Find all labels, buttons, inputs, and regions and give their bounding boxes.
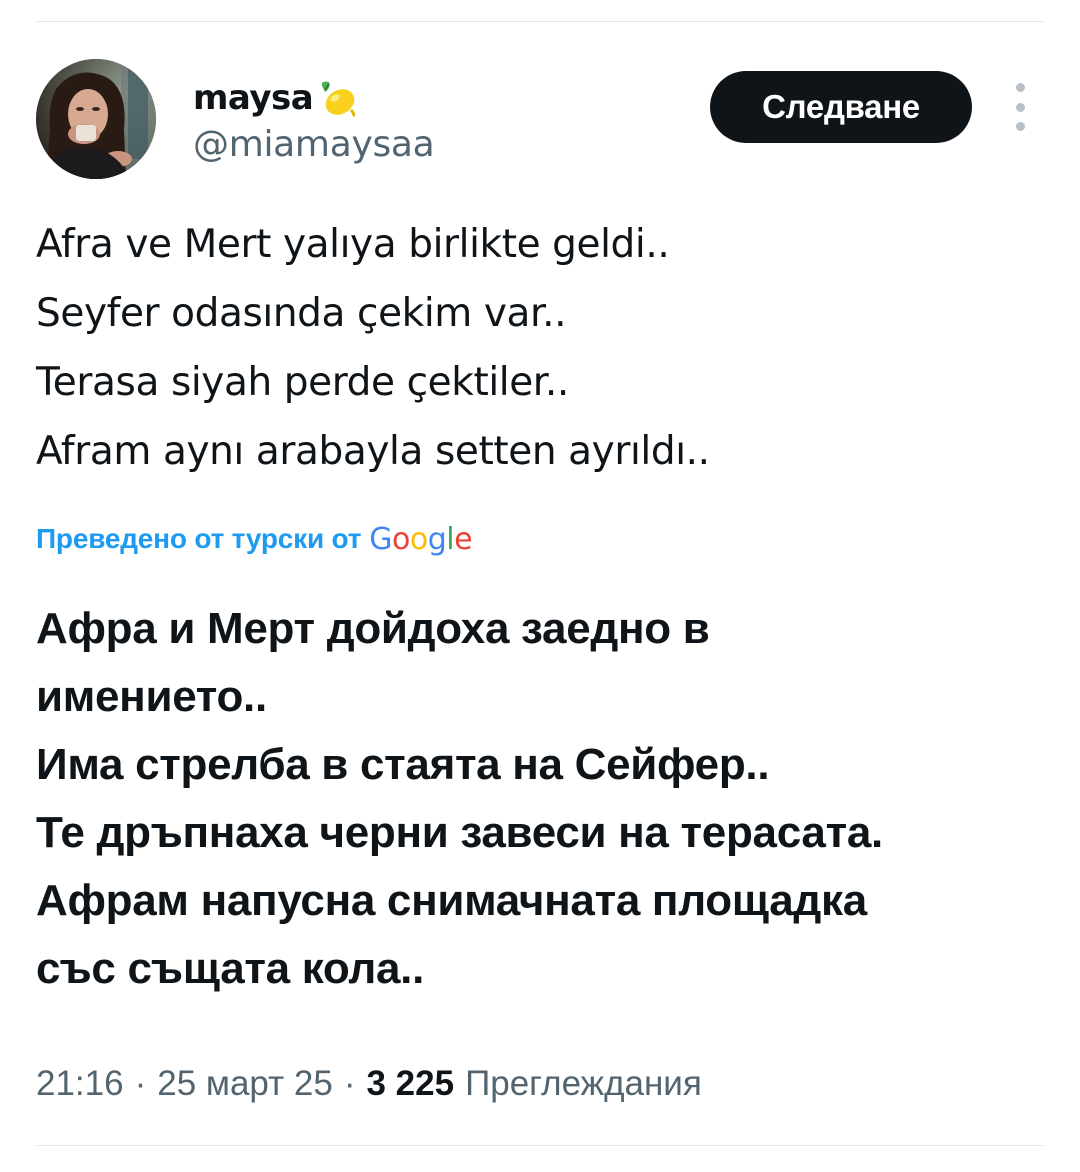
avatar[interactable] [36,59,156,179]
avatar-photo [36,59,156,179]
google-letter-g2: g [427,521,447,557]
author-name-row[interactable]: maysa [193,74,359,122]
tweet-time[interactable]: 21:16 [36,1064,124,1104]
handle[interactable]: @miamaysaa [193,124,435,165]
original-line: Seyfer odasında çekim var.. [36,291,567,336]
translation-line: Те дръпнаха черни завеси на терасата. [36,808,883,857]
google-letter-e: e [454,521,473,557]
tweet-translation-text: Афра и Мерт дойдоха заедно в имението.. … [36,595,1046,1003]
meta-separator: · [134,1064,147,1103]
google-letter-g: G [369,521,393,557]
google-logo: Google [369,522,472,557]
tweet-meta: 21:16 · 25 март 25 · 3 225 Преглеждания [36,1058,702,1110]
translation-line: Има стрелба в стаята на Сейфер.. [36,740,770,789]
google-letter-o2: o [409,521,428,557]
translation-line: Афра и Мерт дойдоха заедно в [36,604,710,653]
more-dot [1015,102,1025,112]
translated-by-link[interactable]: Преведено от турски от Google [36,517,473,561]
follow-button[interactable]: Следване [710,71,972,143]
google-letter-l: l [446,521,455,557]
original-line: Terasa siyah perde çektiler.. [36,360,569,405]
translation-line: имението.. [36,672,267,721]
lemon-icon [322,81,356,118]
google-letter-o1: o [392,521,410,557]
original-line: Afram aynı arabayla setten ayrıldı.. [36,429,710,474]
meta-separator: · [343,1064,356,1103]
top-divider [36,21,1044,22]
tweet-original-text: Afra ve Mert yalıya birlikte geldi.. Sey… [36,210,1046,486]
translation-line: Афрам напусна снимачната площадка [36,876,867,925]
views-count[interactable]: 3 225 [366,1064,454,1104]
original-line: Afra ve Mert yalıya birlikte geldi.. [36,222,670,267]
tweet-date[interactable]: 25 март 25 [157,1064,333,1104]
views-label[interactable]: Преглеждания [465,1064,702,1104]
display-name[interactable]: maysa [193,78,314,118]
translation-line: със същата кола.. [36,944,424,993]
more-vertical-icon[interactable] [1006,83,1034,131]
more-dot [1015,122,1025,131]
bottom-divider [36,1145,1044,1146]
more-dot [1015,83,1025,92]
translated-by-label: Преведено от турски от [36,523,362,554]
